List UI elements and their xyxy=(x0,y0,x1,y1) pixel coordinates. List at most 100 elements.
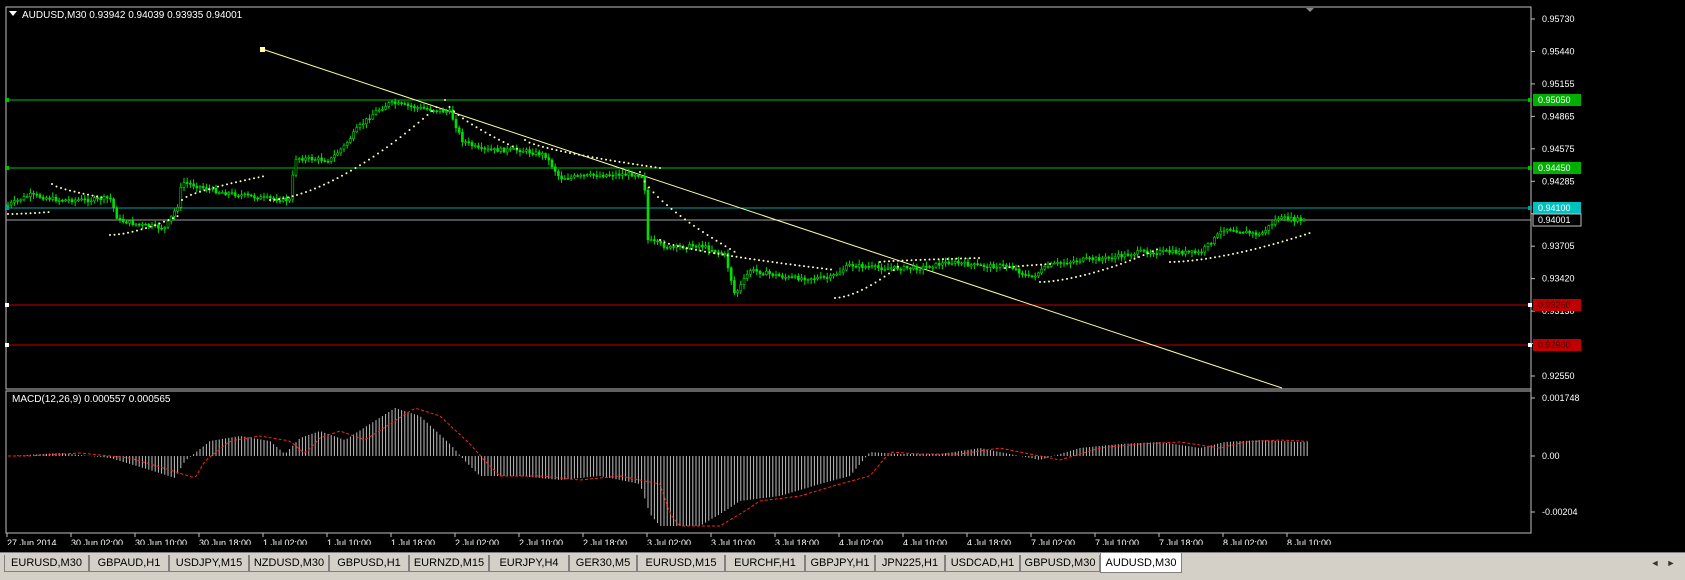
chart-tab[interactable]: EURUSD,M30 xyxy=(4,555,89,572)
sar-dot xyxy=(1040,263,1042,266)
sar-dot xyxy=(7,213,9,215)
sar-dot xyxy=(560,150,562,153)
chart-tab[interactable]: GER30,M5 xyxy=(569,555,637,572)
candle xyxy=(1209,243,1213,245)
sar-dot xyxy=(51,183,53,185)
candle xyxy=(301,158,304,161)
sar-dot xyxy=(666,204,668,207)
triangle-down-icon[interactable] xyxy=(9,11,17,16)
candle xyxy=(553,166,557,172)
chart-tab[interactable]: USDCAD,H1 xyxy=(945,555,1020,572)
sar-dot xyxy=(1079,275,1082,278)
sar-dot xyxy=(1129,259,1131,262)
candle xyxy=(950,262,954,265)
price-tick-label: 0.93420 xyxy=(1542,274,1575,284)
sar-dot xyxy=(753,258,756,261)
candle xyxy=(877,265,880,269)
candle xyxy=(614,173,618,177)
candle xyxy=(550,159,554,168)
chart-tab[interactable]: EURCHF,H1 xyxy=(725,555,805,572)
candle xyxy=(585,174,589,176)
sar-dot xyxy=(149,225,152,228)
candle xyxy=(374,110,378,115)
sar-dot xyxy=(199,190,201,193)
sar-dot xyxy=(435,106,438,109)
candle xyxy=(569,176,573,179)
candle xyxy=(912,265,915,270)
candle xyxy=(781,275,784,278)
chevron-left-icon[interactable]: ◄ xyxy=(1648,556,1662,571)
candle xyxy=(1126,253,1130,256)
macd-tick-label: 0.00 xyxy=(1542,451,1560,461)
candle xyxy=(659,241,663,244)
sar-dot xyxy=(226,183,228,186)
sar-dot xyxy=(679,215,682,218)
scroll-marker-icon[interactable] xyxy=(1306,8,1314,12)
candle xyxy=(662,242,666,248)
candle xyxy=(1133,253,1136,256)
candle xyxy=(1197,251,1200,254)
sar-dot xyxy=(1093,271,1095,274)
chart-tab[interactable]: GBPAUD,H1 xyxy=(89,555,169,572)
candle xyxy=(1085,257,1088,260)
chart-tab[interactable]: USDJPY,M15 xyxy=(169,555,249,572)
time-axis: 27 Jun 2014 30 Jun 02:00 30 Jun 10:00 30 Ju… xyxy=(6,533,1331,548)
chart-tab[interactable]: EURUSD,M15 xyxy=(637,555,725,572)
candle xyxy=(1014,268,1018,271)
chart-tab[interactable]: GBPUSD,H1 xyxy=(329,555,409,572)
candle xyxy=(838,271,842,275)
candle xyxy=(1017,268,1021,274)
candle xyxy=(25,196,29,198)
candle xyxy=(723,253,727,255)
candle xyxy=(9,202,13,206)
sar-dot xyxy=(812,266,814,269)
candle xyxy=(1033,275,1037,278)
sar-dot xyxy=(1048,280,1050,283)
candle xyxy=(377,109,381,112)
sar-dot xyxy=(448,105,451,108)
candle xyxy=(768,271,771,275)
sar-dot xyxy=(897,259,899,262)
candle xyxy=(1101,258,1104,261)
chart-tab[interactable]: NZDUSD,M30 xyxy=(249,555,329,572)
sar-dot xyxy=(834,297,836,299)
sar-dot xyxy=(122,232,125,235)
candle xyxy=(406,103,410,106)
candle xyxy=(733,280,736,293)
chart-tab[interactable]: AUDUSD,M30 xyxy=(1100,553,1182,573)
chart-tab[interactable]: JPN225,H1 xyxy=(875,555,945,572)
sar-dot xyxy=(172,217,174,220)
candle xyxy=(653,239,656,242)
candle xyxy=(509,148,512,150)
candle xyxy=(1273,219,1277,225)
sar-dot xyxy=(771,261,774,264)
candle xyxy=(1072,260,1075,263)
sar-dot xyxy=(789,263,792,266)
price-chart-canvas[interactable]: AUDUSD,M30 0.93942 0.94039 0.93935 0.940… xyxy=(0,0,1685,548)
chart-tab[interactable]: GBPUSD,M30 xyxy=(1020,555,1100,572)
sar-dot xyxy=(1111,265,1113,268)
trend-line-handle[interactable] xyxy=(260,47,265,52)
sar-dot xyxy=(733,250,736,253)
candle xyxy=(77,199,80,202)
chart-tab[interactable]: GBPJPY,H1 xyxy=(805,555,875,572)
candle xyxy=(649,239,653,241)
sar-dot xyxy=(596,157,598,160)
candle xyxy=(1280,216,1283,220)
candle xyxy=(816,277,819,280)
candle xyxy=(1037,272,1040,277)
candle xyxy=(854,265,858,268)
sar-dot xyxy=(1250,248,1252,251)
chart-tab[interactable]: EURJPY,H4 xyxy=(489,555,569,572)
chart-window[interactable]: AUDUSD,M30 0.93942 0.94039 0.93935 0.940… xyxy=(0,0,1685,548)
chart-tab[interactable]: EURNZD,M15 xyxy=(409,555,489,572)
sar-dot xyxy=(109,234,111,236)
candle xyxy=(915,265,919,271)
sar-dot xyxy=(100,196,103,199)
sar-dot xyxy=(318,185,321,188)
chart-header: AUDUSD,M30 0.93942 0.94039 0.93935 0.940… xyxy=(22,10,243,21)
chevron-right-icon[interactable]: ► xyxy=(1664,556,1678,571)
candle xyxy=(342,144,346,150)
candle xyxy=(707,245,711,251)
sar-dot xyxy=(291,195,294,198)
